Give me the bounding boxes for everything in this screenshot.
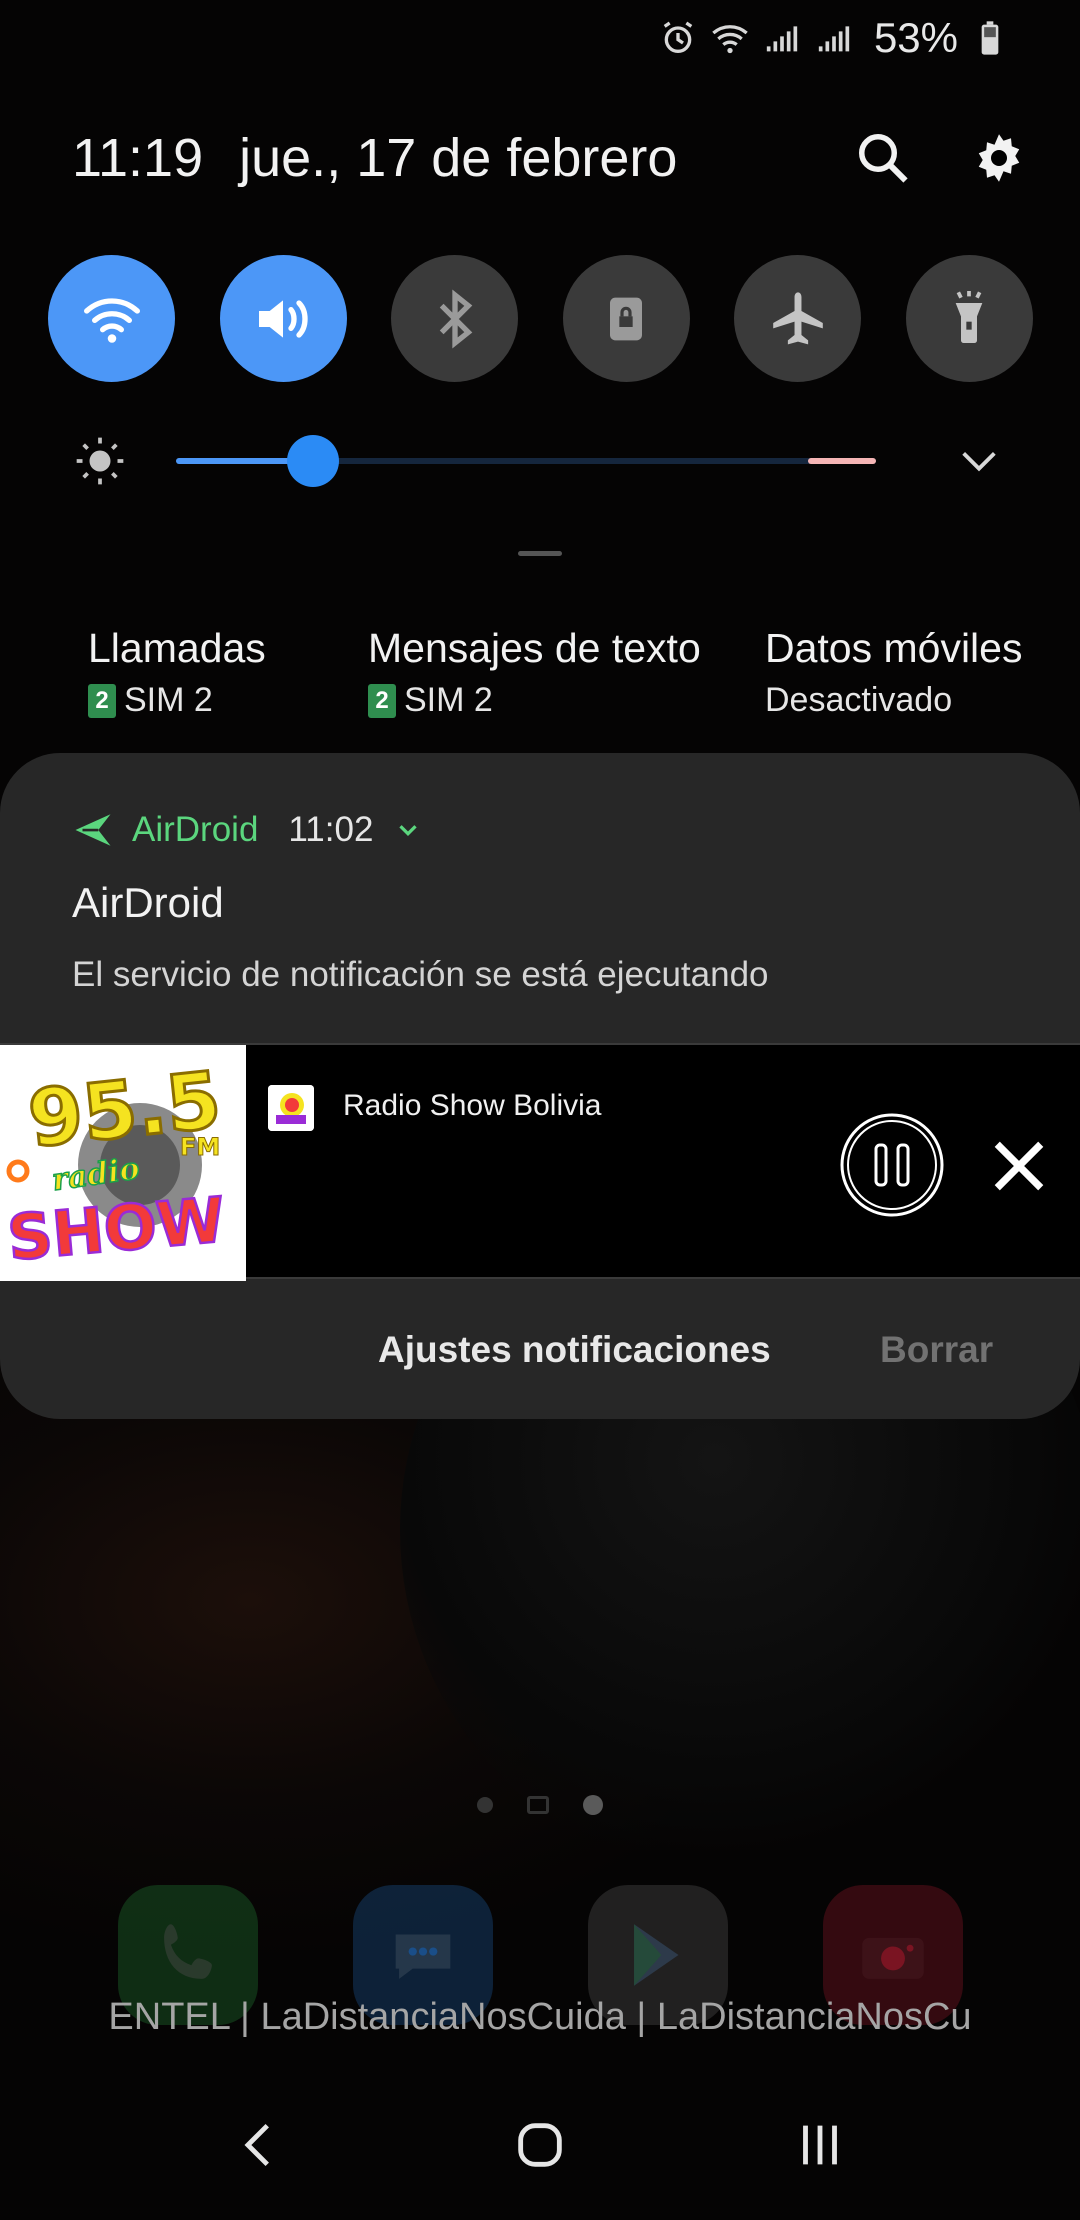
sim-info: Llamadas 2 SIM 2 Mensajes de texto 2 SIM 2… xyxy=(0,625,1080,735)
home-page-icon xyxy=(527,1796,549,1814)
brightness-slider[interactable] xyxy=(176,435,876,487)
bluetooth-toggle[interactable] xyxy=(391,255,519,382)
phone-icon xyxy=(163,1924,212,1979)
home-icon xyxy=(518,2123,562,2167)
svg-text:FM: FM xyxy=(180,1133,220,1161)
calls-sim-value: SIM 2 xyxy=(124,681,213,719)
flashlight-toggle[interactable] xyxy=(905,255,1033,382)
notification-title: AirDroid xyxy=(72,879,224,926)
search-icon xyxy=(859,134,908,183)
camera-icon xyxy=(861,1937,924,1979)
sound-toggle[interactable] xyxy=(219,255,347,382)
battery-icon xyxy=(981,20,999,55)
pause-button[interactable] xyxy=(838,1111,946,1219)
notifications-panel: AirDroid 11:02 AirDroid El servicio de n… xyxy=(0,753,1080,1419)
radio-app-icon xyxy=(268,1085,314,1131)
battery-percent: 53% xyxy=(873,13,958,61)
signal-icon xyxy=(818,25,850,51)
sound-icon xyxy=(259,299,308,338)
brightness-thumb[interactable] xyxy=(286,435,339,487)
quick-panel-header: 11:19 jue., 17 de febrero xyxy=(72,118,1030,198)
home-button[interactable] xyxy=(480,2095,600,2195)
rotation-lock-icon xyxy=(610,297,643,340)
airplane-icon xyxy=(773,291,823,344)
brightness-control xyxy=(72,430,1002,492)
brightness-high-zone xyxy=(808,458,876,464)
sim-badge: 2 xyxy=(368,683,396,718)
clock: 11:19 xyxy=(72,128,204,188)
settings-button[interactable] xyxy=(968,127,1030,189)
calls-sim-item[interactable]: Llamadas 2 SIM 2 xyxy=(88,625,266,720)
wifi-toggle[interactable] xyxy=(48,255,175,382)
airdroid-icon xyxy=(75,814,111,846)
panel-drag-handle[interactable] xyxy=(518,551,562,556)
messages-icon xyxy=(395,1934,450,1979)
wifi-icon xyxy=(712,24,748,53)
recents-button[interactable] xyxy=(760,2095,880,2195)
mobile-data-label: Datos móviles xyxy=(765,625,1023,671)
recents-icon xyxy=(803,2125,837,2165)
gear-icon xyxy=(978,134,1020,182)
page-indicator xyxy=(0,1795,1080,1815)
chevron-down-icon[interactable] xyxy=(393,815,423,845)
chevron-down-icon[interactable] xyxy=(956,438,1002,484)
airdroid-notification[interactable]: AirDroid 11:02 AirDroid El servicio de n… xyxy=(0,753,1080,1043)
quick-toggles xyxy=(48,255,1033,382)
signal-icon xyxy=(766,25,798,51)
alarm-icon xyxy=(663,21,693,53)
mobile-data-item[interactable]: Datos móviles Desactivado xyxy=(765,625,1022,720)
wifi-icon xyxy=(83,297,140,343)
calls-label: Llamadas xyxy=(88,625,266,671)
close-icon[interactable] xyxy=(990,1137,1048,1195)
notification-text: El servicio de notificación se está ejec… xyxy=(72,955,769,994)
page-dot-active xyxy=(583,1795,603,1815)
status-bar: 53% xyxy=(658,0,1080,75)
messages-sim-item[interactable]: Mensajes de texto 2 SIM 2 xyxy=(368,625,701,720)
mobile-data-value: Desactivado xyxy=(765,681,953,719)
bluetooth-icon xyxy=(439,288,473,349)
messages-label: Mensajes de texto xyxy=(368,625,701,671)
clear-button[interactable]: Borrar xyxy=(880,1329,993,1371)
flashlight-icon xyxy=(956,290,983,343)
date: jue., 17 de febrero xyxy=(239,128,678,188)
album-art: 95.5 FM radio SHOW xyxy=(0,1045,246,1281)
notification-time: 11:02 xyxy=(288,810,374,849)
radio-show-small-logo xyxy=(268,1085,314,1131)
play-store-icon xyxy=(633,1924,678,1986)
rotation-lock-toggle[interactable] xyxy=(562,255,690,382)
back-icon xyxy=(244,2123,269,2167)
notification-app-name: AirDroid xyxy=(132,810,259,849)
airplane-toggle[interactable] xyxy=(734,255,862,382)
back-button[interactable] xyxy=(200,2095,320,2195)
media-notification[interactable]: 95.5 FM radio SHOW Radio Show Bolivia xyxy=(0,1043,1080,1281)
notification-settings-button[interactable]: Ajustes notificaciones xyxy=(378,1329,771,1371)
notifications-footer: Ajustes notificaciones Borrar xyxy=(0,1279,1080,1419)
media-title: Radio Show Bolivia xyxy=(343,1089,602,1122)
search-button[interactable] xyxy=(852,127,914,189)
messages-sim-value: SIM 2 xyxy=(404,681,493,719)
carrier-label: ENTEL | LaDistanciaNosCuida | LaDistanci… xyxy=(108,1996,972,2038)
page-dot xyxy=(477,1797,493,1813)
radio-show-logo: 95.5 FM radio SHOW xyxy=(0,1045,246,1281)
navigation-bar xyxy=(0,2080,1080,2210)
sim-badge: 2 xyxy=(88,683,116,718)
brightness-icon xyxy=(76,437,124,485)
